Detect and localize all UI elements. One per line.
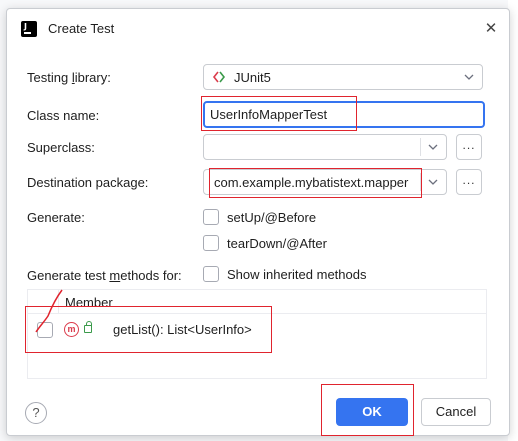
superclass-combo[interactable] [203, 134, 447, 160]
setup-checkbox-row[interactable]: setUp/@Before [203, 209, 316, 225]
chevron-down-icon [420, 135, 446, 159]
chevron-down-icon [420, 170, 446, 194]
chevron-down-icon [456, 65, 482, 89]
close-button[interactable]: ✕ [481, 19, 501, 39]
testing-library-select[interactable]: JUnit5 [203, 64, 483, 90]
setup-checkbox[interactable] [203, 209, 219, 225]
dialog-title: Create Test [48, 21, 115, 36]
create-test-dialog: J Create Test ✕ Testing library: JUnit5 … [6, 8, 510, 436]
destination-package-label: Destination package: [27, 175, 149, 190]
teardown-checkbox[interactable] [203, 235, 219, 251]
destination-package-browse-button[interactable]: ... [456, 169, 482, 195]
show-inherited-row[interactable]: Show inherited methods [203, 266, 366, 282]
ok-button-highlight [321, 384, 414, 436]
generate-methods-label: Generate test methods for: [27, 268, 182, 283]
title-bar: J Create Test ✕ [7, 9, 509, 49]
testing-library-label: Testing library: [27, 70, 111, 85]
show-inherited-label: Show inherited methods [227, 266, 367, 282]
superclass-label: Superclass: [27, 140, 95, 155]
superclass-browse-button[interactable]: ... [456, 134, 482, 160]
package-highlight [209, 168, 422, 198]
class-name-label: Class name: [27, 108, 100, 123]
class-name-highlight [201, 96, 357, 131]
cancel-button[interactable]: Cancel [421, 398, 491, 426]
check-mark-stroke-icon [35, 289, 63, 333]
setup-checkbox-label: setUp/@Before [227, 209, 317, 225]
testing-library-value: JUnit5 [234, 70, 271, 85]
show-inherited-checkbox[interactable] [203, 266, 219, 282]
teardown-checkbox-row[interactable]: tearDown/@After [203, 235, 327, 251]
junit-icon [212, 71, 226, 83]
generate-label: Generate: [27, 210, 85, 225]
teardown-checkbox-label: tearDown/@After [227, 235, 327, 251]
help-button[interactable]: ? [25, 402, 47, 424]
intellij-logo-icon: J [21, 21, 37, 37]
